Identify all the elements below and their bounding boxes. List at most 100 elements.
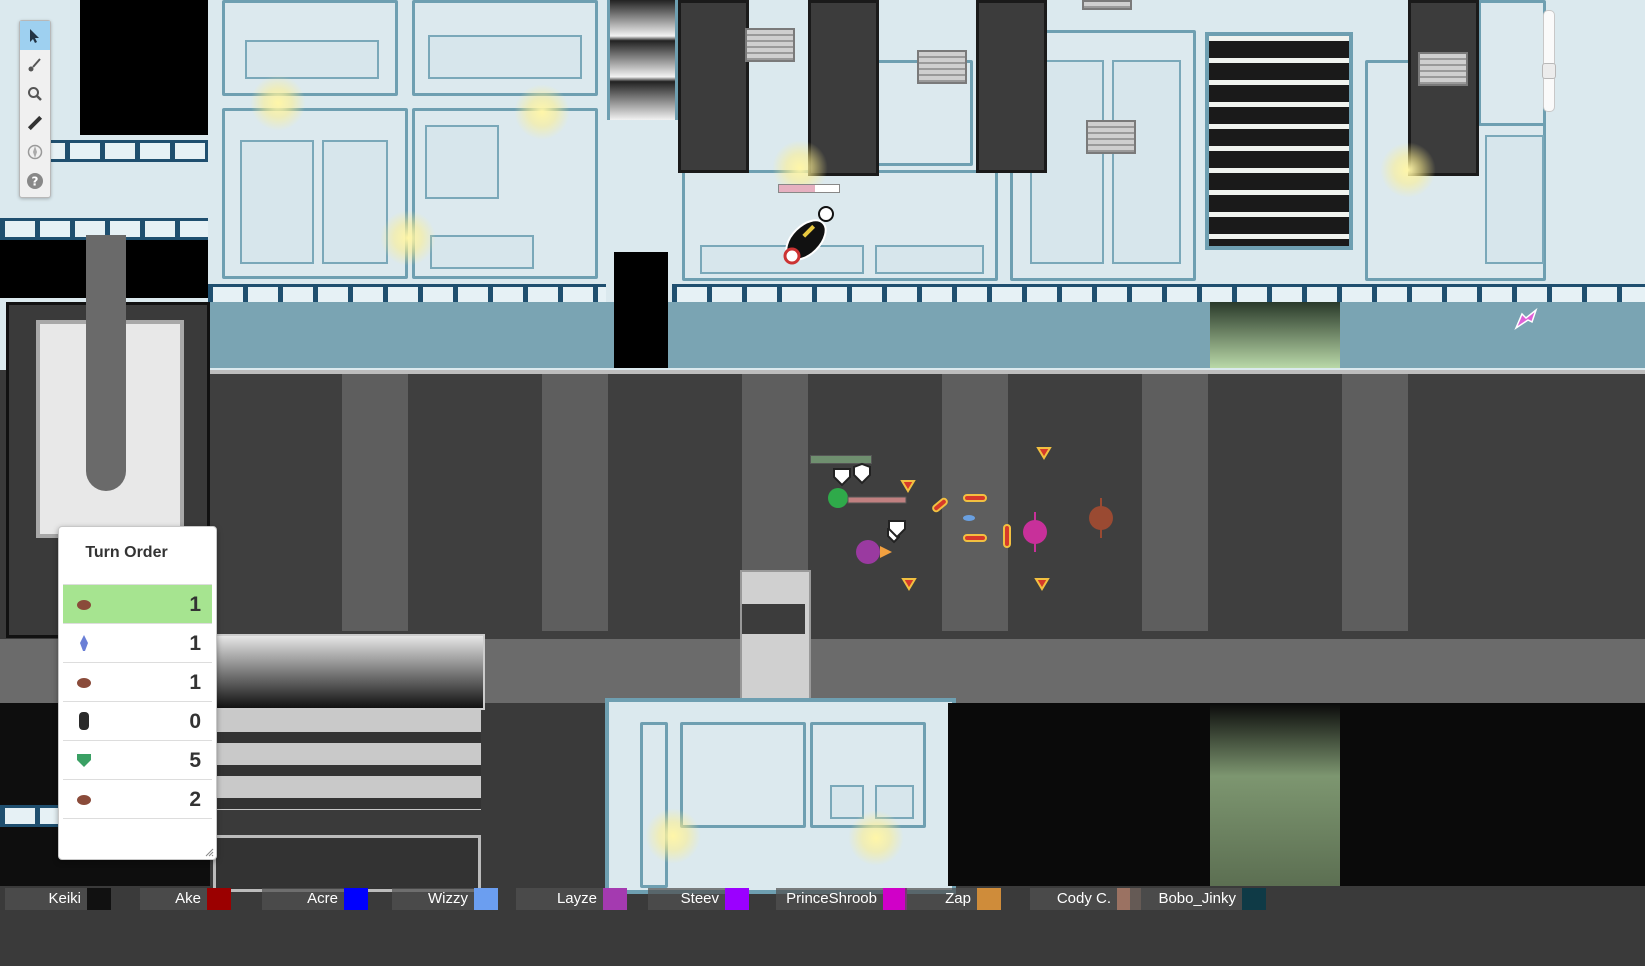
player-name: Ake — [140, 888, 207, 910]
select-tool-button[interactable] — [20, 21, 50, 50]
player-entry[interactable]: Cody C. — [1030, 886, 1141, 912]
fish-token[interactable] — [962, 510, 976, 521]
minion-token[interactable] — [999, 523, 1015, 549]
magenta-player-token[interactable] — [1018, 512, 1052, 552]
minion-token[interactable] — [898, 475, 918, 495]
dark-pillar — [976, 0, 1047, 173]
brown-creature-icon — [73, 788, 95, 810]
minion-token[interactable] — [899, 573, 919, 593]
station-walkway — [208, 302, 1645, 368]
green-player-token[interactable] — [808, 455, 908, 515]
minion-icon — [1003, 524, 1011, 548]
dark-pillar — [678, 0, 749, 173]
player-entry[interactable]: Acre — [262, 886, 368, 912]
fish-icon — [963, 515, 975, 521]
magenta-orb-icon — [1023, 512, 1047, 552]
green-glow-corridor — [1210, 703, 1340, 886]
help-tool-button[interactable]: ? — [20, 166, 50, 195]
turn-order-title: Turn Order — [85, 544, 168, 561]
station-panel — [425, 125, 499, 199]
dark-robot-icon — [73, 710, 95, 732]
fog-tool-button[interactable] — [20, 137, 50, 166]
magnifier-icon — [28, 86, 42, 101]
ceiling-light — [380, 210, 436, 266]
player-color-swatch — [725, 888, 749, 910]
station-panel — [245, 40, 379, 79]
doorway — [614, 252, 668, 368]
minion-icon — [1034, 578, 1050, 591]
floor-vent — [917, 50, 967, 84]
minion-token[interactable] — [962, 490, 988, 506]
map-ping-marker[interactable] — [1512, 306, 1540, 334]
turn-order-row[interactable]: 1 — [63, 624, 212, 663]
measure-tool-button[interactable] — [20, 108, 50, 137]
player-entry[interactable]: Steev — [648, 886, 749, 912]
player-color-swatch — [977, 888, 1001, 910]
resize-grip-icon[interactable] — [204, 847, 214, 857]
station-railing — [0, 805, 58, 827]
player-entry[interactable]: Bobo_Jinky — [1130, 886, 1266, 912]
compass-icon — [27, 144, 43, 159]
corridor-stripe — [542, 374, 608, 631]
turn-order-row[interactable]: 2 — [63, 780, 212, 819]
zoom-slider[interactable] — [1542, 10, 1556, 112]
green-glow-corridor — [1210, 302, 1340, 368]
player-entry[interactable]: Keiki — [5, 886, 111, 912]
zoom-tool-button[interactable] — [20, 79, 50, 108]
minion-token[interactable] — [1034, 442, 1054, 462]
player-entry[interactable]: PrinceShroob — [776, 886, 907, 912]
station-panel — [875, 245, 984, 274]
player-name: Keiki — [5, 888, 87, 910]
player-entry[interactable]: Wizzy — [392, 886, 498, 912]
minion-token[interactable] — [962, 530, 988, 546]
turn-order-row[interactable]: 0 — [63, 702, 212, 741]
shield-icon — [828, 462, 907, 508]
player-name: Steev — [648, 888, 725, 910]
enemy-drone-token[interactable] — [778, 184, 844, 270]
game-map[interactable] — [0, 0, 1645, 966]
turn-order-value: 1 — [189, 593, 201, 616]
player-entry[interactable]: Layze — [516, 886, 627, 912]
player-name: Cody C. — [1030, 888, 1117, 910]
corridor-stripe — [1142, 374, 1208, 631]
player-color-swatch — [207, 888, 231, 910]
turn-order-row[interactable]: 1 — [63, 585, 212, 624]
turn-order-value: 0 — [189, 710, 201, 733]
corridor-stripe — [1342, 374, 1408, 631]
brush-icon — [28, 57, 41, 71]
elevator-shaft — [607, 0, 678, 120]
station-panel — [428, 35, 582, 79]
minion-icon — [901, 578, 917, 591]
station-railing — [30, 140, 208, 162]
turn-order-row[interactable]: 5 — [63, 741, 212, 780]
player-entry[interactable]: Ake — [140, 886, 231, 912]
draw-tool-button[interactable] — [20, 50, 50, 79]
turn-order-value: 1 — [189, 671, 201, 694]
minion-icon — [1036, 447, 1052, 460]
zoom-slider-handle[interactable] — [1542, 63, 1556, 79]
corridor-stripe — [342, 374, 408, 631]
turn-order-value: 5 — [189, 749, 201, 772]
player-color-swatch — [474, 888, 498, 910]
minion-token[interactable] — [1032, 573, 1052, 593]
minion-token[interactable] — [930, 495, 950, 515]
pointer-arrow-icon — [30, 28, 39, 43]
station-panel — [430, 235, 534, 269]
turn-order-row[interactable]: 1 — [63, 663, 212, 702]
lower-box — [213, 835, 481, 892]
turn-order-panel[interactable]: Turn Order 1 1 1 0 5 2 — [58, 526, 217, 860]
player-entry[interactable]: Zap — [905, 886, 1001, 912]
hatch — [740, 570, 811, 704]
floor-vent — [1082, 0, 1132, 10]
brown-creature-icon — [73, 671, 95, 693]
shield-marker-token[interactable] — [886, 518, 908, 540]
dark-room — [80, 0, 208, 135]
player-name: Layze — [516, 888, 603, 910]
shield-icon — [888, 520, 906, 539]
brown-creature-token[interactable] — [1086, 498, 1116, 538]
black-panel — [213, 634, 485, 710]
floor-vent — [745, 28, 795, 62]
player-color-swatch — [344, 888, 368, 910]
brown-creature-icon — [73, 593, 95, 615]
minion-icon — [932, 497, 948, 513]
